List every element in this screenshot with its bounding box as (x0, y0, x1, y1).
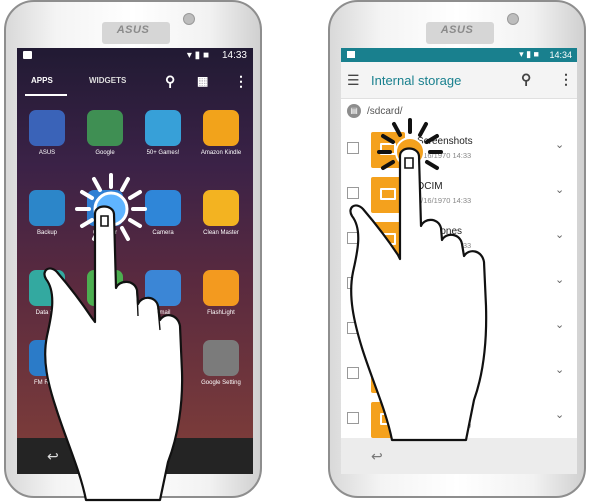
hand-left (43, 205, 184, 502)
gesture-illustration (43, 118, 488, 502)
hand-right (349, 147, 488, 442)
